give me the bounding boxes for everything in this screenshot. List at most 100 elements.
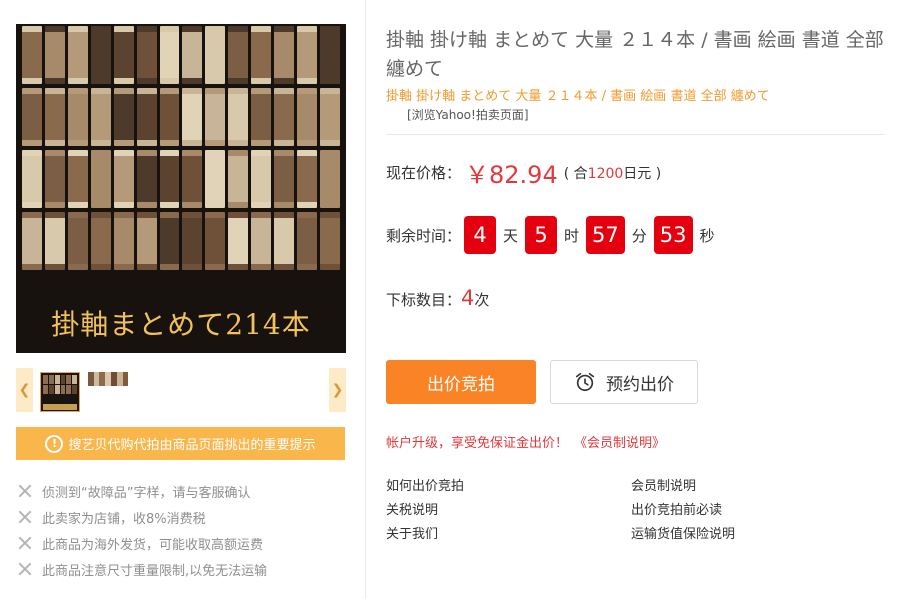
yahoo-page-link[interactable]: [浏览Yahoo!拍卖页面]	[407, 106, 529, 123]
hanging-scroll	[159, 150, 180, 208]
hanging-scroll	[182, 88, 203, 146]
hanging-scroll	[297, 88, 317, 146]
member-note-text: 帐户升级，享受免保证金出价！	[386, 436, 569, 451]
bid-count-label: 下标数目：	[386, 291, 462, 309]
scroll-row	[20, 88, 342, 146]
hanging-scroll	[182, 26, 203, 84]
bid-count-unit: 次	[474, 291, 490, 309]
hanging-scroll	[274, 88, 295, 146]
hanging-scroll	[319, 212, 340, 270]
hanging-scroll	[90, 212, 111, 270]
countdown-hours-unit: 时	[564, 226, 580, 245]
scroll-row	[20, 212, 342, 270]
hanging-scroll	[182, 150, 203, 208]
scroll-row	[20, 150, 342, 208]
hanging-scroll	[90, 88, 111, 146]
hanging-scroll	[67, 212, 88, 270]
hanging-scroll	[205, 88, 226, 146]
thumbnail-caption-strip	[43, 404, 77, 410]
warning-text: 此商品注意尺寸重量限制,以免无法运输	[42, 563, 268, 579]
price-label: 现在价格：	[386, 164, 462, 182]
hanging-scroll	[136, 150, 157, 208]
help-link-shipping-insurance[interactable]: 运输货值保险说明	[631, 526, 876, 544]
hanging-scroll	[90, 150, 111, 208]
hanging-scroll	[274, 26, 295, 84]
thumbnail-scroll-grid	[41, 373, 79, 396]
hanging-scroll	[251, 88, 272, 146]
left-column: 掛軸まとめて214本 ❮ ❯ ! 搜艺贝代购代拍由商品页面挑出的重要提示 侦测到…	[0, 0, 366, 599]
hanging-scroll	[228, 88, 249, 146]
hanging-scroll	[113, 150, 134, 208]
thumbnail-strip: ❮ ❯	[16, 368, 346, 414]
hanging-scroll	[136, 26, 157, 84]
hanging-scroll	[228, 150, 249, 208]
countdown-row: 剩余时间： 4 天 5 时 57 分 53 秒	[386, 216, 722, 254]
product-title: 掛軸 掛け軸 まとめて 大量 ２１４本 / 書画 絵画 書道 全部 纏めて	[386, 29, 884, 80]
hanging-scroll	[251, 26, 272, 84]
hanging-scroll	[67, 88, 88, 146]
reserve-bid-button[interactable]: 预约出价	[550, 360, 698, 404]
hanging-scroll	[205, 26, 226, 84]
hanging-scroll	[22, 26, 42, 84]
hanging-scroll	[251, 150, 272, 208]
hanging-scroll	[228, 26, 249, 84]
notice-text: 搜艺贝代购代拍由商品页面挑出的重要提示	[68, 438, 316, 453]
chevron-left-icon[interactable]: ❮	[16, 368, 33, 412]
countdown-hours: 5	[525, 216, 558, 254]
right-column: 掛軸 掛け軸 まとめて 大量 ２１４本 / 書画 絵画 書道 全部 纏めて 掛軸…	[367, 0, 902, 599]
hanging-scroll	[274, 212, 295, 270]
hanging-scroll	[319, 26, 340, 84]
hanging-scroll	[113, 212, 134, 270]
close-icon	[18, 510, 32, 524]
hanging-scroll	[67, 150, 88, 208]
help-link-membership[interactable]: 会员制说明	[631, 478, 876, 496]
product-main-image[interactable]: 掛軸まとめて214本	[16, 24, 346, 353]
bid-count-row: 下标数目： 4 次	[386, 286, 489, 310]
exclamation-circle-icon: !	[45, 434, 64, 453]
help-link-about-us[interactable]: 关于我们	[386, 526, 631, 544]
important-notice-bar[interactable]: ! 搜艺贝代购代拍由商品页面挑出的重要提示	[16, 427, 345, 460]
help-link-how-to-bid[interactable]: 如何出价竞拍	[386, 478, 631, 496]
hanging-scroll	[159, 88, 180, 146]
warning-item: 侦测到“故障品”字样，请与客服确认	[18, 478, 267, 504]
price-sub-prefix: ( 合	[563, 165, 588, 182]
hanging-scroll	[159, 212, 180, 270]
price-yen-value: 1200	[587, 165, 624, 182]
help-link-bid-must-read[interactable]: 出价竞拍前必读	[631, 502, 876, 520]
countdown-days-unit: 天	[503, 226, 519, 245]
thumbnail-2[interactable]	[88, 372, 128, 386]
countdown-seconds-unit: 秒	[699, 226, 715, 245]
hanging-scroll	[90, 26, 111, 84]
thumbnail-1[interactable]	[40, 372, 80, 412]
membership-rules-link[interactable]: 《会员制说明》	[574, 436, 665, 451]
hanging-scroll	[44, 150, 65, 208]
product-subtitle: 掛軸 掛け軸 まとめて 大量 ２１４本 / 書画 絵画 書道 全部 纏めて	[386, 89, 770, 104]
price-sub-suffix: 日元 )	[623, 165, 662, 182]
hanging-scroll	[319, 150, 340, 208]
warning-list: 侦测到“故障品”字样，请与客服确认 此卖家为店铺，收8%消费税 此商品为海外发货…	[18, 478, 267, 582]
close-icon	[18, 484, 32, 498]
image-caption: 掛軸まとめて214本	[51, 308, 311, 341]
close-icon	[18, 536, 32, 550]
hanging-scroll	[182, 212, 203, 270]
hanging-scroll	[67, 26, 88, 84]
hanging-scroll	[297, 150, 317, 208]
hanging-scroll	[22, 88, 42, 146]
hanging-scroll	[274, 150, 295, 208]
bid-button[interactable]: 出价竞拍	[386, 360, 536, 404]
close-icon	[18, 562, 32, 576]
alarm-clock-icon	[575, 372, 595, 392]
price-yen-equivalent: ( 合1200日元 )	[564, 163, 661, 183]
hanging-scroll	[297, 212, 317, 270]
chevron-right-icon[interactable]: ❯	[329, 368, 346, 412]
warning-text: 侦测到“故障品”字样，请与客服确认	[42, 485, 251, 501]
help-links: 如何出价竞拍 会员制说明 关税说明 出价竞拍前必读 关于我们 运输货值保险说明	[386, 478, 886, 544]
warning-item: 此卖家为店铺，收8%消费税	[18, 504, 267, 530]
current-price: ￥82.94	[465, 161, 558, 189]
countdown-minutes: 57	[586, 216, 625, 254]
scroll-collection-photo	[20, 26, 342, 288]
bid-count-value: 4	[461, 286, 475, 310]
help-link-tariff[interactable]: 关税说明	[386, 502, 631, 520]
warning-text: 此商品为海外发货，可能收取高额运费	[42, 537, 264, 553]
hanging-scroll	[228, 212, 249, 270]
